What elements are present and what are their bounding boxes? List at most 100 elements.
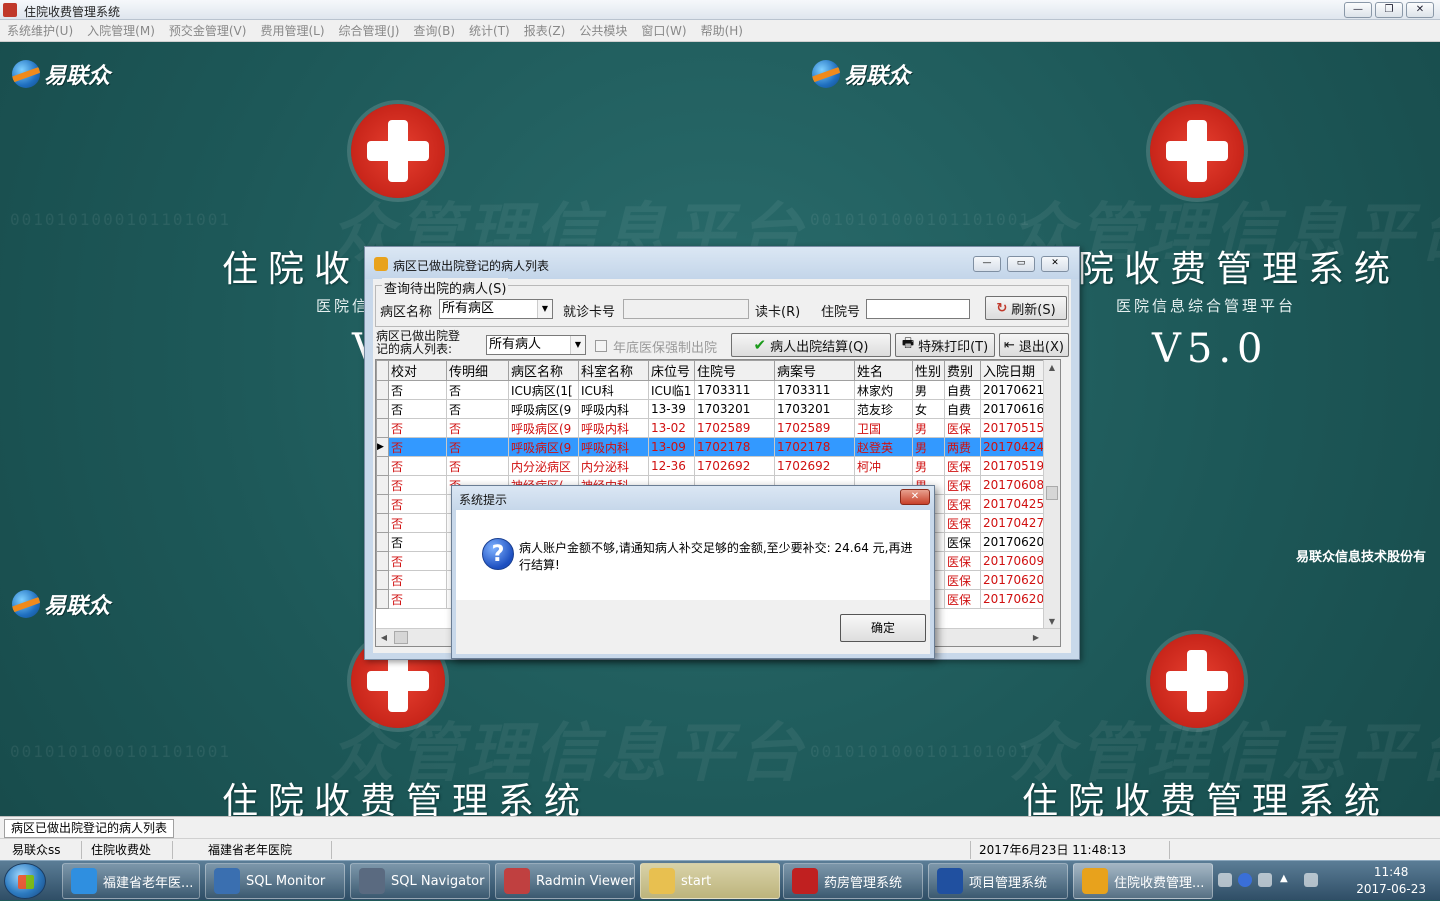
- pen-icon[interactable]: [1258, 873, 1272, 887]
- year-end-checkbox-label: 年底医保强制出院: [613, 341, 718, 356]
- taskbar-item[interactable]: Radmin Viewer: [495, 863, 635, 899]
- dialog-title-bar[interactable]: 系统提示 ✕: [452, 486, 934, 510]
- scroll-thumb[interactable]: [1046, 486, 1058, 500]
- taskbar-item[interactable]: 福建省老年医...: [62, 863, 200, 899]
- menu-admission[interactable]: 入院管理(M): [80, 22, 162, 39]
- cell-fee-type: 自费: [944, 380, 981, 400]
- taskbar-item[interactable]: SQL Navigator: [350, 863, 490, 899]
- red-cross-icon: [1150, 634, 1244, 728]
- taskbar-item[interactable]: 药房管理系统: [783, 863, 923, 899]
- taskbar-item[interactable]: 项目管理系统: [928, 863, 1068, 899]
- year-end-checkbox[interactable]: [595, 340, 607, 352]
- minimize-button[interactable]: —: [1344, 2, 1372, 18]
- tray-expand-icon[interactable]: ▲: [1280, 873, 1294, 887]
- exit-button[interactable]: ⇤ 退出(X): [999, 333, 1069, 357]
- help-icon[interactable]: [1238, 873, 1252, 887]
- row-indicator[interactable]: [376, 532, 389, 552]
- row-indicator[interactable]: [376, 551, 389, 571]
- cell-fee-type: 医保: [944, 513, 981, 533]
- menu-general[interactable]: 综合管理(J): [332, 22, 407, 39]
- row-indicator[interactable]: [376, 513, 389, 533]
- taskbar-item[interactable]: SQL Monitor: [205, 863, 345, 899]
- row-indicator[interactable]: [376, 589, 389, 609]
- refresh-button[interactable]: ↻ 刷新(S): [985, 296, 1067, 320]
- chevron-down-icon[interactable]: ▼: [570, 336, 585, 354]
- row-indicator[interactable]: [376, 494, 389, 514]
- discharge-settle-button[interactable]: ✔ 病人出院结算(Q): [731, 333, 891, 357]
- cell-bed: 13-02: [648, 418, 695, 438]
- patient-filter-select[interactable]: 所有病人 ▼: [486, 335, 586, 355]
- scroll-up-icon[interactable]: ▲: [1044, 360, 1060, 376]
- table-row[interactable]: ▶ 否否呼吸病区(9 呼吸内科 13-09 1702178 1702178 赵登英男两费 20…: [376, 437, 1048, 457]
- column-header[interactable]: 病案号: [774, 360, 855, 381]
- ie-icon: [71, 868, 97, 894]
- cell-dept: 呼吸内科: [578, 418, 649, 438]
- column-header[interactable]: 床位号: [648, 360, 695, 381]
- column-header[interactable]: 入院日期: [979, 360, 1048, 381]
- table-row[interactable]: 否否呼吸病区(9 呼吸内科 13-39 1703201 1703201 范友珍女自费 201…: [376, 399, 1048, 419]
- column-header[interactable]: 费别: [944, 360, 981, 381]
- taskbar-item[interactable]: 住院收费管理...: [1073, 863, 1213, 899]
- menu-public[interactable]: 公共模块: [572, 22, 634, 39]
- menu-deposit[interactable]: 预交金管理(V): [162, 22, 254, 39]
- sql-monitor-icon: [214, 868, 240, 894]
- column-header[interactable]: 传明细: [446, 360, 509, 381]
- taskbar-clock[interactable]: 11:48 2017-06-23: [1356, 864, 1426, 898]
- table-row[interactable]: 否否内分泌病区 内分泌科 12-36 1702692 1702692 柯冲男医保 20170…: [376, 456, 1048, 476]
- column-header[interactable]: 住院号: [694, 360, 775, 381]
- column-header[interactable]: 科室名称: [578, 360, 649, 381]
- menu-statistics[interactable]: 统计(T): [462, 22, 517, 39]
- scroll-thumb[interactable]: [394, 631, 408, 644]
- window-title-bar[interactable]: 病区已做出院登记的病人列表 — ▭ ✕: [365, 247, 1079, 279]
- window-minimize-button[interactable]: —: [973, 256, 1001, 272]
- menu-fee[interactable]: 费用管理(L): [253, 22, 331, 39]
- menu-system[interactable]: 系统维护(U): [0, 22, 80, 39]
- close-button[interactable]: ✕: [1406, 2, 1434, 18]
- column-header[interactable]: 性别: [912, 360, 945, 381]
- cell-admit-date: 20170425: [979, 494, 1048, 514]
- scroll-right-icon[interactable]: ▶: [1028, 629, 1044, 646]
- grid-vertical-scrollbar[interactable]: ▲ ▼: [1043, 360, 1060, 630]
- background-company: 易联众信息技术股份有: [1296, 550, 1427, 565]
- menu-report[interactable]: 报表(Z): [517, 22, 573, 39]
- mdi-tab-patient-list[interactable]: 病区已做出院登记的病人列表: [4, 819, 175, 838]
- column-header[interactable]: 姓名: [854, 360, 913, 381]
- inpatient-number-input[interactable]: [866, 299, 970, 319]
- special-print-button[interactable]: 🖶 特殊打印(T): [895, 333, 995, 357]
- keyboard-icon[interactable]: [1218, 873, 1232, 887]
- sql-navigator-icon: [359, 868, 385, 894]
- ok-button[interactable]: 确定: [840, 614, 926, 642]
- row-pointer-icon[interactable]: ▶: [376, 437, 389, 457]
- scroll-left-icon[interactable]: ◀: [376, 629, 392, 646]
- table-row[interactable]: 否否呼吸病区(9 呼吸内科 13-02 1702589 1702589 卫国男医保 2017…: [376, 418, 1048, 438]
- row-indicator[interactable]: [376, 399, 389, 419]
- chevron-down-icon[interactable]: ▼: [537, 300, 552, 318]
- restore-button[interactable]: ❐: [1375, 2, 1403, 18]
- row-indicator[interactable]: [376, 570, 389, 590]
- ward-select[interactable]: 所有病区 ▼: [439, 299, 553, 319]
- window-close-button[interactable]: ✕: [1041, 256, 1069, 272]
- cell-fee-type: 自费: [944, 399, 981, 419]
- column-header[interactable]: 校对: [388, 360, 447, 381]
- cell-detail: 否: [446, 380, 509, 400]
- start-button[interactable]: [4, 863, 46, 899]
- row-indicator[interactable]: [376, 475, 389, 495]
- taskbar-item[interactable]: start: [640, 863, 780, 899]
- window-maximize-button[interactable]: ▭: [1007, 256, 1035, 272]
- menu-help[interactable]: 帮助(H): [694, 22, 750, 39]
- watermark-binary: 0010101000101101001: [810, 210, 1032, 229]
- card-number-input[interactable]: [623, 299, 749, 319]
- menu-bar: 系统维护(U) 入院管理(M) 预交金管理(V) 费用管理(L) 综合管理(J)…: [0, 20, 1440, 42]
- window-title: 病区已做出院登记的病人列表: [393, 259, 550, 273]
- read-card-link[interactable]: 读卡(R): [755, 301, 800, 320]
- volume-icon[interactable]: [1304, 873, 1318, 887]
- column-header[interactable]: 病区名称: [508, 360, 579, 381]
- watermark-binary: 0010101000101101001: [10, 742, 232, 761]
- row-indicator[interactable]: [376, 418, 389, 438]
- row-indicator[interactable]: [376, 456, 389, 476]
- row-indicator[interactable]: [376, 380, 389, 400]
- dialog-close-button[interactable]: ✕: [900, 489, 930, 505]
- menu-query[interactable]: 查询(B): [406, 22, 462, 39]
- table-row[interactable]: 否否 ICU病区(1[ICU科 ICU临1 1703311 1703311 林家灼男自费 2…: [376, 380, 1048, 400]
- menu-window[interactable]: 窗口(W): [634, 22, 693, 39]
